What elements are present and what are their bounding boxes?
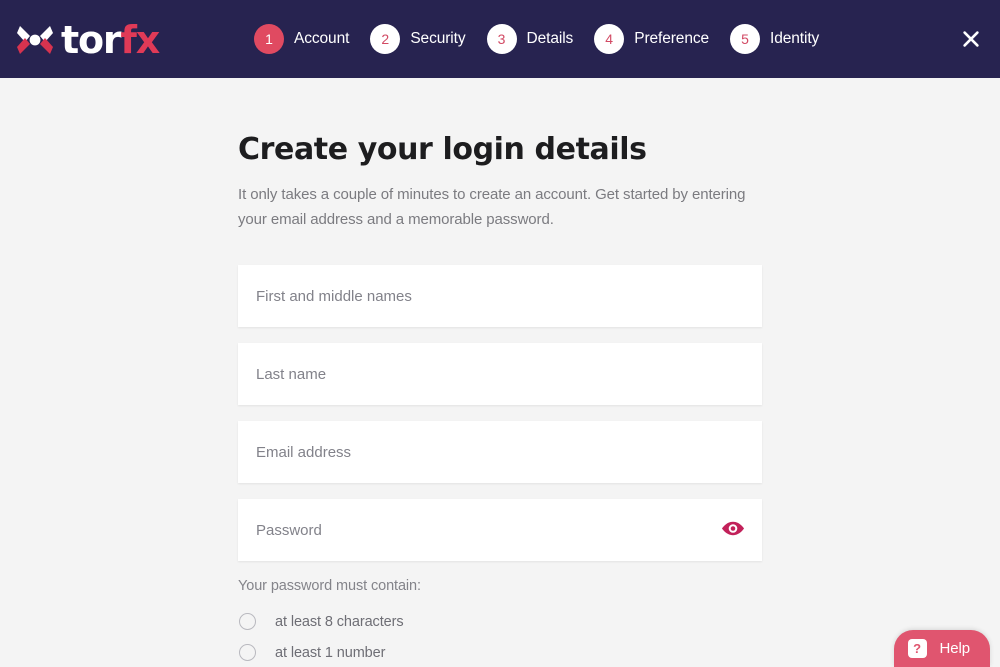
logo-word-primary: tor	[61, 18, 122, 62]
stepper-item-security[interactable]: 2 Security	[370, 24, 466, 54]
help-button[interactable]: ? Help	[893, 630, 990, 667]
signup-stepper: 1 Account 2 Security 3 Details 4 Prefere…	[254, 24, 819, 54]
first-and-middle-names-input[interactable]	[238, 265, 762, 327]
step-label-details: Details	[526, 30, 574, 47]
toggle-password-visibility-button[interactable]	[720, 520, 746, 540]
password-field[interactable]	[238, 499, 762, 561]
help-button-label: Help	[939, 640, 971, 657]
question-mark-icon: ?	[907, 639, 927, 658]
logo-wordmark: torfx	[61, 21, 160, 59]
login-details-form	[238, 265, 762, 561]
password-requirements-title: Your password must contain:	[238, 578, 421, 594]
password-rule-label: at least 1 number	[275, 644, 386, 661]
eye-icon	[721, 521, 745, 539]
first-and-middle-names-field[interactable]	[238, 265, 762, 327]
step-number-3: 3	[486, 24, 517, 54]
stepper-item-identity[interactable]: 5 Identity	[730, 24, 819, 54]
main-content: Create your login details It only takes …	[0, 78, 1000, 667]
rule-status-circle-icon	[239, 644, 256, 661]
step-label-identity: Identity	[770, 30, 820, 47]
email-address-field[interactable]	[238, 421, 762, 483]
torfx-x-logo-icon	[16, 23, 54, 57]
step-number-5: 5	[730, 24, 761, 54]
password-input[interactable]	[238, 499, 762, 561]
step-label-account: Account	[294, 30, 350, 47]
password-rule-label: at least 8 characters	[275, 613, 404, 630]
last-name-input[interactable]	[238, 343, 762, 405]
step-label-preference: Preference	[634, 30, 710, 47]
logo-word-accent: fx	[120, 18, 160, 62]
step-number-1: 1	[254, 24, 284, 54]
step-label-security: Security	[410, 30, 466, 47]
torfx-logo[interactable]: torfx	[16, 19, 160, 61]
password-rule-min-length: at least 8 characters	[238, 613, 762, 630]
password-requirements: Your password must contain: at least 8 c…	[238, 578, 762, 661]
close-button[interactable]	[956, 24, 986, 54]
last-name-field[interactable]	[238, 343, 762, 405]
password-rule-min-number: at least 1 number	[238, 644, 762, 661]
stepper-item-details[interactable]: 3 Details	[486, 24, 574, 54]
email-address-input[interactable]	[238, 421, 762, 483]
close-icon	[962, 30, 980, 48]
page-title: Create your login details	[238, 132, 647, 167]
page-description: It only takes a couple of minutes to cre…	[238, 186, 746, 228]
step-number-4: 4	[594, 24, 625, 54]
stepper-item-preference[interactable]: 4 Preference	[594, 24, 709, 54]
step-number-2: 2	[370, 24, 401, 54]
stepper-item-account[interactable]: 1 Account	[254, 24, 349, 54]
signup-form-panel: Create your login details It only takes …	[238, 132, 762, 667]
app-header: torfx 1 Account 2 Security 3 Details 4 P…	[0, 0, 1000, 78]
rule-status-circle-icon	[239, 613, 256, 630]
